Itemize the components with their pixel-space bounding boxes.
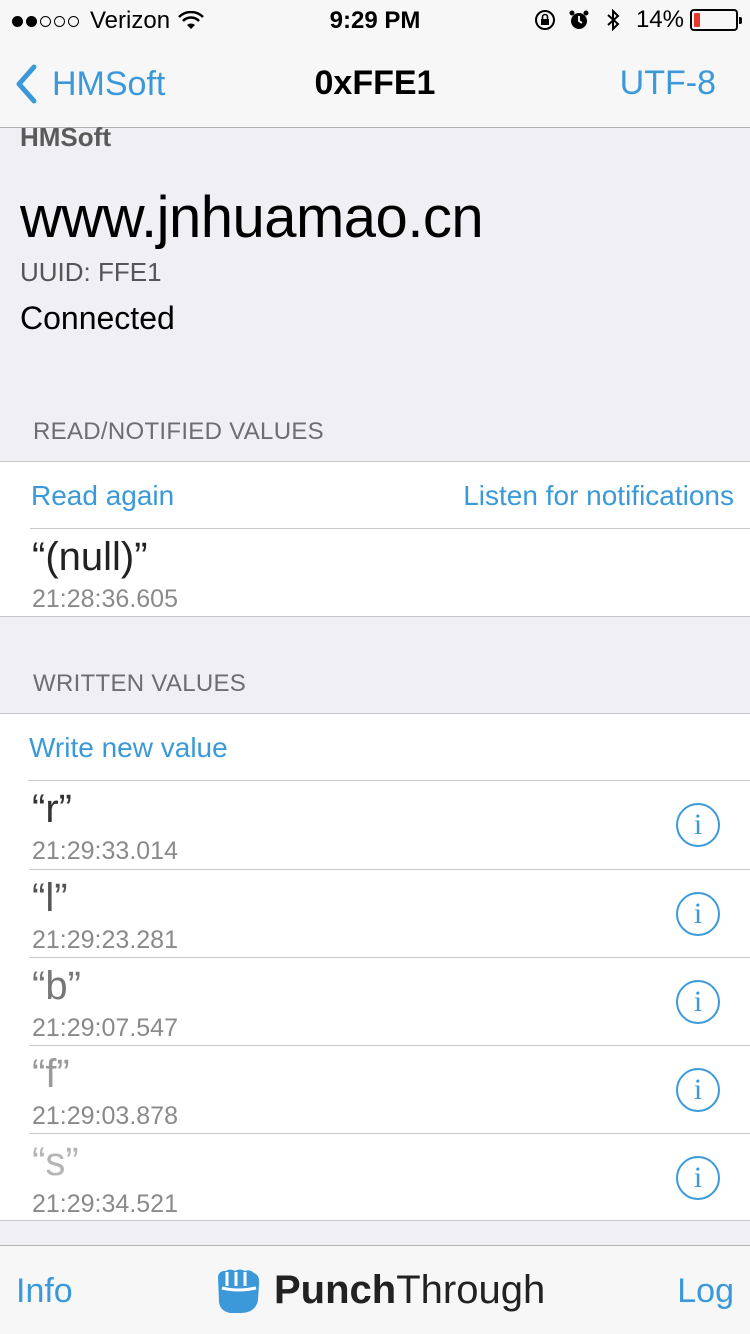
written-value-text: “s” <box>32 1140 79 1184</box>
written-values-card: Write new value “r” 21:29:33.014 i “l” 2… <box>0 713 750 1221</box>
written-value-time: 21:29:34.521 <box>32 1190 178 1218</box>
info-icon[interactable]: i <box>676 803 720 847</box>
encoding-button[interactable]: UTF-8 <box>620 64 716 103</box>
info-button[interactable]: Info <box>16 1272 73 1311</box>
written-value-row[interactable]: “f” 21:29:03.878 i <box>30 1045 750 1133</box>
write-new-value-button[interactable]: Write new value <box>29 732 228 764</box>
written-value-time: 21:29:33.014 <box>32 837 178 865</box>
write-actions-row: Write new value <box>28 714 750 781</box>
written-value-row[interactable]: “l” 21:29:23.281 i <box>30 869 750 957</box>
written-value-row[interactable]: “b” 21:29:07.547 i <box>30 957 750 1045</box>
read-value-time: 21:28:36.605 <box>32 585 178 613</box>
device-url: www.jnhuamao.cn <box>20 185 484 250</box>
navigation-bar: HMSoft 0xFFE1 UTF-8 <box>0 40 750 128</box>
written-value-text: “f” <box>32 1052 70 1096</box>
bottom-toolbar: Info Punch Through Log <box>0 1245 750 1334</box>
brand-name-bold: Punch <box>274 1267 397 1312</box>
log-button[interactable]: Log <box>677 1272 734 1311</box>
read-again-button[interactable]: Read again <box>31 480 174 512</box>
info-icon[interactable]: i <box>676 1156 720 1200</box>
written-value-text: “b” <box>32 964 81 1008</box>
bluetooth-icon <box>607 9 620 31</box>
read-section-header: READ/NOTIFIED VALUES <box>33 418 324 445</box>
read-actions-row: Read again Listen for notifications <box>30 462 750 529</box>
read-value-text: “(null)” <box>32 535 148 579</box>
read-value-row: “(null)” 21:28:36.605 <box>30 529 750 617</box>
info-icon[interactable]: i <box>676 1068 720 1112</box>
written-value-row[interactable]: “r” 21:29:33.014 i <box>30 781 750 869</box>
device-name: HMSoft <box>20 122 111 152</box>
written-value-time: 21:29:23.281 <box>32 926 178 954</box>
punchthrough-logo: Punch Through <box>210 1262 545 1318</box>
characteristic-uuid: UUID: FFE1 <box>20 257 162 287</box>
chevron-left-icon <box>16 64 37 104</box>
info-icon[interactable]: i <box>676 980 720 1024</box>
written-value-row[interactable]: “s” 21:29:34.521 i <box>30 1133 750 1221</box>
connection-status: Connected <box>20 300 175 336</box>
battery-level-fill <box>694 13 700 27</box>
rotation-lock-icon <box>534 10 555 30</box>
fist-logo-icon <box>218 1269 260 1313</box>
brand-name-thin: Through <box>396 1267 546 1312</box>
written-section-header: WRITTEN VALUES <box>33 670 247 697</box>
written-value-text: “l” <box>32 876 68 920</box>
alarm-icon <box>569 10 589 29</box>
written-value-time: 21:29:07.547 <box>32 1014 178 1042</box>
written-value-text: “r” <box>32 787 72 831</box>
battery-icon <box>690 9 742 31</box>
battery-percent: 14% <box>635 6 684 33</box>
status-right-group: 14% <box>534 6 742 34</box>
back-button-label: HMSoft <box>52 64 166 103</box>
back-button[interactable]: HMSoft <box>14 64 165 104</box>
info-icon[interactable]: i <box>676 892 720 936</box>
status-bar: Verizon 9:29 PM 14% <box>0 0 750 40</box>
written-value-time: 21:29:03.878 <box>32 1102 178 1130</box>
listen-notifications-button[interactable]: Listen for notifications <box>463 480 734 512</box>
read-values-card: Read again Listen for notifications “(nu… <box>0 461 750 617</box>
